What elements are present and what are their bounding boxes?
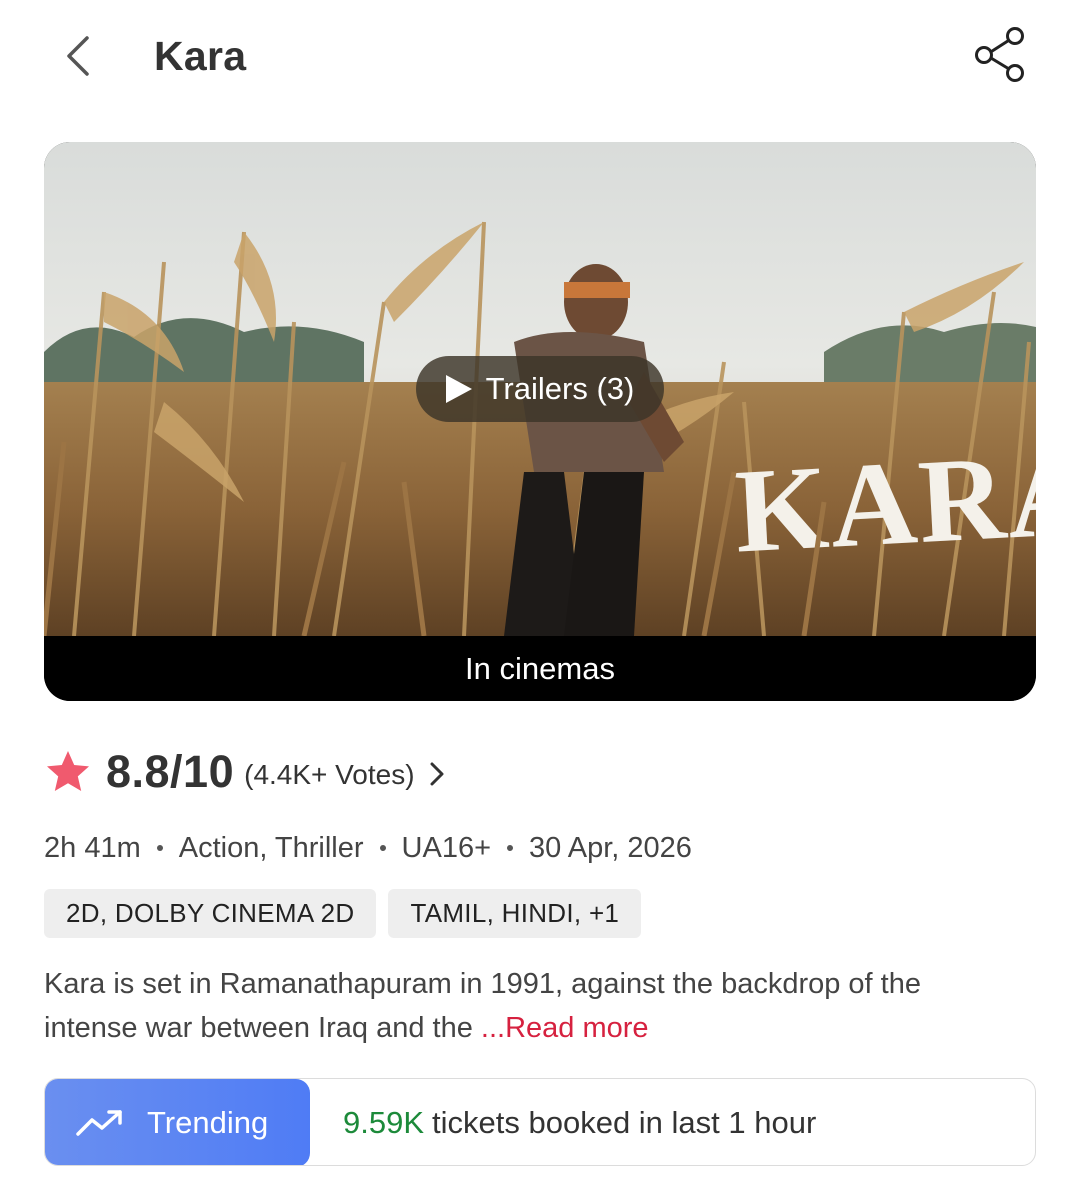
trending-label: Trending [147,1105,269,1140]
votes-count: (4.4K+ Votes) [244,759,415,790]
release-date: 30 Apr, 2026 [529,831,692,864]
back-button[interactable] [50,28,106,84]
bookings-info: 9.59K tickets booked in last 1 hour [343,1079,817,1165]
top-bar: Kara [0,0,1080,115]
separator-dot [507,845,514,851]
star-icon [47,751,89,791]
rating-value: 8.8/10 [106,746,235,797]
trending-up-icon [76,1110,122,1136]
trailers-label: Trailers (3) [485,371,635,406]
share-icon [975,27,1024,82]
synopsis-line-1: Kara is set in Ramanathapuram in 1991, a… [44,968,921,1000]
bookings-text: tickets booked in last 1 hour [432,1105,817,1140]
separator-dot [156,845,163,851]
separator-dot [379,845,386,851]
duration: 2h 41m [44,831,141,864]
format-language-tags: 2D, DOLBY CINEMA 2D TAMIL, HINDI, +1 [44,889,642,938]
release-status-strip: In cinemas [44,636,1036,701]
synopsis: Kara is set in Ramanathapuram in 1991, a… [44,962,1044,1050]
play-icon [445,375,472,403]
trailer-banner[interactable]: KARA Trailers (3) In cinemas [44,142,1036,701]
chevron-left-icon [67,36,89,76]
trending-card: Trending 9.59K tickets booked in last 1 … [44,1078,1036,1166]
share-button[interactable] [968,22,1032,86]
page-title: Kara [154,33,247,79]
languages-tag[interactable]: TAMIL, HINDI, +1 [388,889,642,938]
trending-badge: Trending [45,1079,310,1165]
genres: Action, Thriller [178,831,364,864]
rating-row[interactable]: 8.8/10 (4.4K+ Votes) [44,742,445,802]
svg-text:KARA: KARA [731,426,1036,578]
synopsis-line-2: intense war between Iraq and the ...Read… [44,1006,1044,1050]
synopsis-text: intense war between Iraq and the [44,1012,481,1044]
chevron-right-icon [430,762,444,786]
bookings-count: 9.59K [343,1105,425,1140]
formats-tag: 2D, DOLBY CINEMA 2D [44,889,377,938]
movie-meta: 2h 41m Action, Thriller UA16+ 30 Apr, 20… [44,828,692,868]
certificate: UA16+ [401,831,492,864]
trailers-button[interactable]: Trailers (3) [416,356,664,422]
read-more-link[interactable]: ...Read more [481,1012,649,1044]
